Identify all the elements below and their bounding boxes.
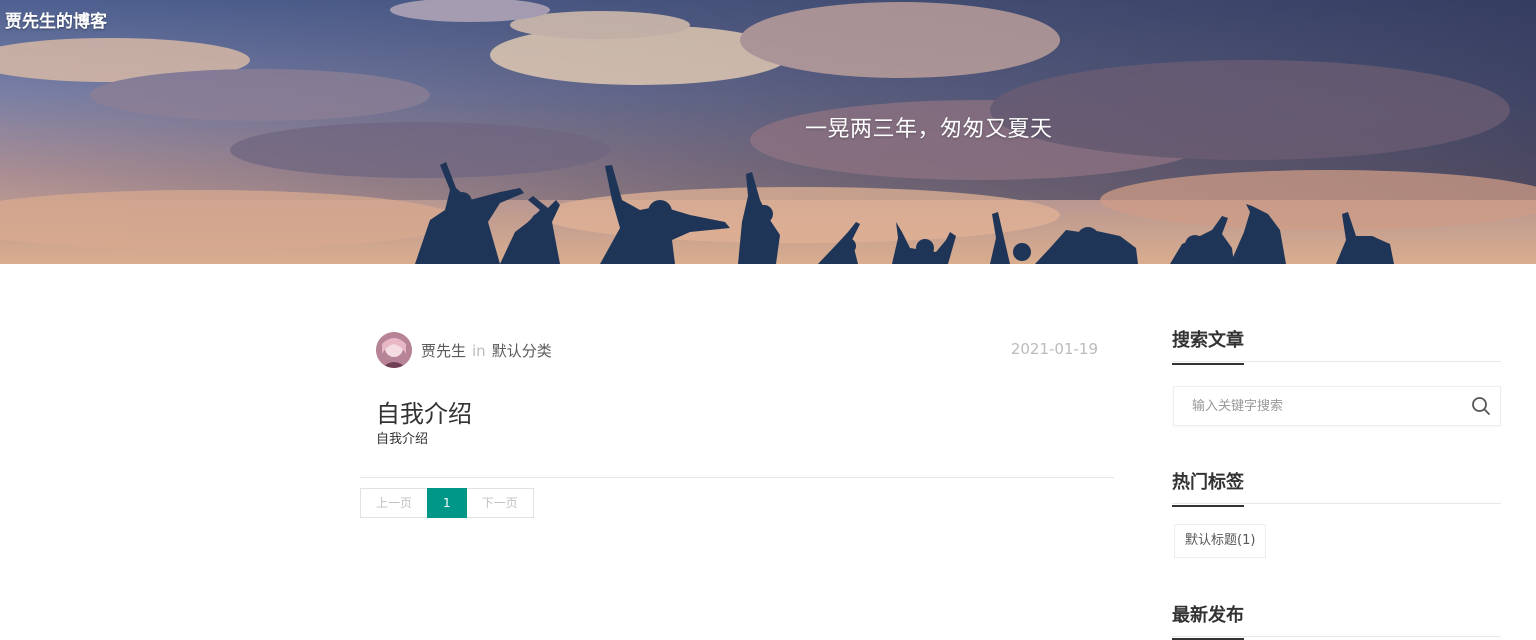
post-title-link[interactable]: 自我介绍 [376, 394, 472, 429]
search-input[interactable] [1174, 387, 1464, 425]
prev-page-button[interactable]: 上一页 [360, 488, 429, 518]
search-button[interactable] [1470, 395, 1492, 417]
hero-motto: 一晃两三年，匆匆又夏天 [805, 117, 1053, 142]
tags-widget-header: 热门标签 [1172, 462, 1501, 507]
latest-widget-header: 最新发布 [1172, 595, 1501, 640]
search-box [1173, 386, 1501, 426]
search-widget-title: 搜索文章 [1172, 326, 1244, 365]
post-category-link[interactable]: 默认分类 [492, 342, 552, 360]
content-divider [360, 477, 1114, 478]
latest-widget-title: 最新发布 [1172, 601, 1244, 640]
post-meta-text: 贾先生 in 默认分类 [421, 340, 552, 361]
next-page-button[interactable]: 下一页 [465, 488, 534, 518]
post-date: 2021-01-19 [1010, 340, 1098, 358]
post-meta: 贾先生 in 默认分类 2021-01-19 [376, 332, 1098, 368]
hero-banner: 贾先生的博客 一晃两三年，匆匆又夏天 [0, 0, 1536, 264]
post-meta-in: in [472, 342, 486, 360]
site-title-link[interactable]: 贾先生的博客 [5, 7, 107, 32]
current-page-button[interactable]: 1 [427, 488, 467, 518]
tag-item[interactable]: 默认标题(1) [1174, 524, 1267, 558]
search-widget-header: 搜索文章 [1172, 320, 1501, 365]
post-excerpt: 自我介绍 [376, 432, 429, 447]
avatar[interactable] [376, 332, 412, 368]
tags-widget-title: 热门标签 [1172, 468, 1244, 507]
pagination: 上一页 1 下一页 [360, 488, 534, 518]
post-author-link[interactable]: 贾先生 [421, 342, 466, 360]
search-icon [1472, 397, 1490, 415]
avatar-image [376, 332, 412, 368]
hero-background-image [0, 0, 1536, 264]
